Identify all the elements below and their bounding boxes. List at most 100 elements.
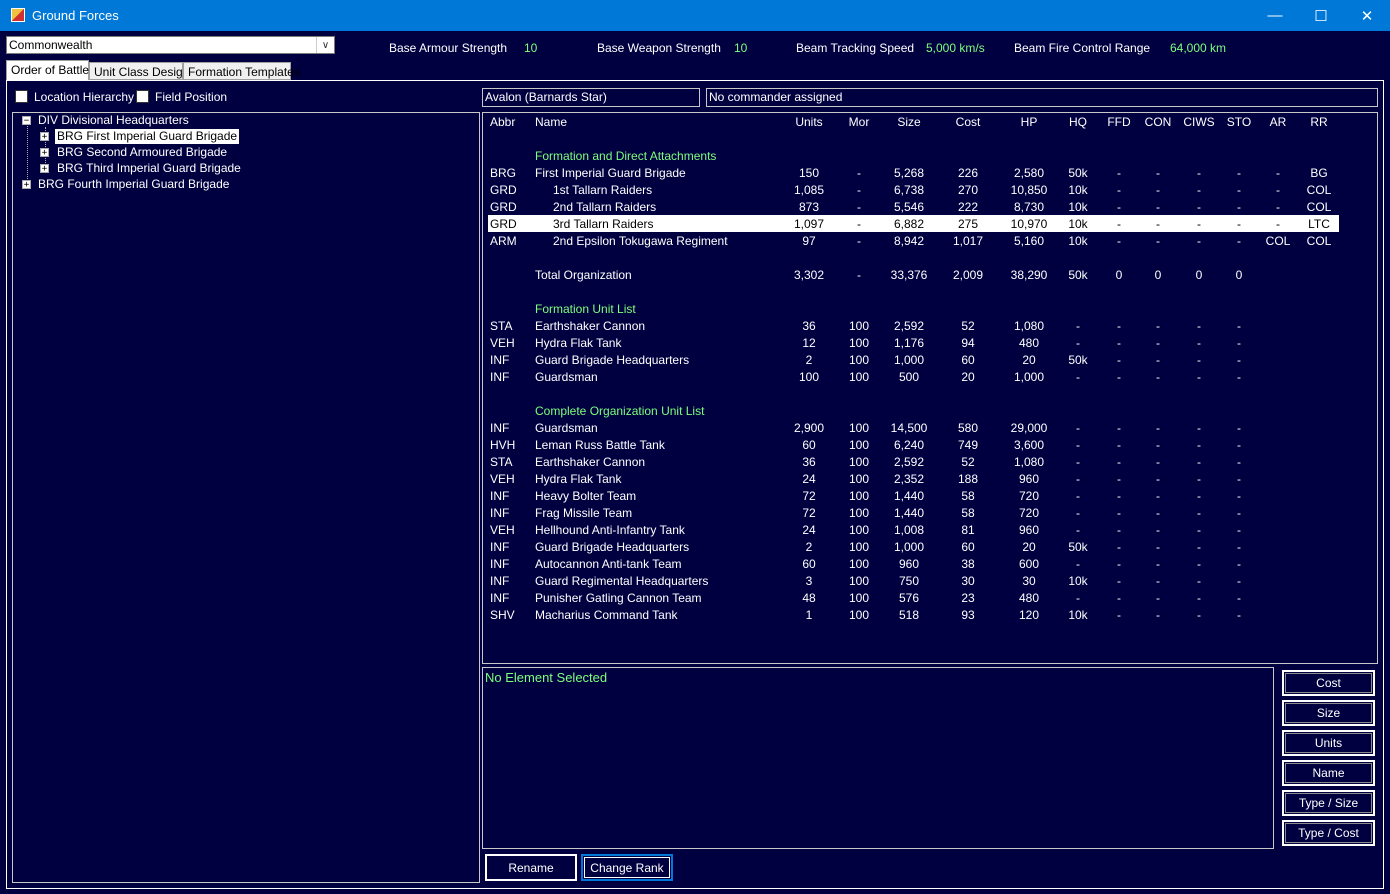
grid-cell: -: [1156, 421, 1160, 435]
rename-button[interactable]: Rename: [485, 854, 577, 881]
minimize-icon[interactable]: —: [1252, 0, 1298, 31]
grid-cell: 518: [898, 608, 920, 622]
grid-cell: 750: [898, 574, 920, 588]
grid-cell: -: [1237, 217, 1241, 231]
stat-label-armour: Base Armour Strength: [389, 41, 508, 55]
grid-cell: 38: [961, 557, 975, 571]
grid-cell: INF: [490, 557, 510, 571]
grid-cell: -: [1117, 421, 1121, 435]
unit-row-name: Guard Brigade Headquarters: [535, 353, 690, 367]
grid-cell: -: [1117, 574, 1121, 588]
close-icon[interactable]: ✕: [1344, 0, 1390, 31]
grid-cell: -: [1156, 489, 1160, 503]
sort-type-cost-button[interactable]: Type / Cost: [1282, 820, 1375, 846]
grid-cell: 97: [802, 234, 816, 248]
grid-cell: 58: [961, 489, 975, 503]
grid-cell: 3,600: [1013, 438, 1045, 452]
field-position-checkbox[interactable]: [136, 90, 149, 103]
grid-cell: STA: [490, 455, 513, 469]
formation-row-name: 2nd Epsilon Tokugawa Regiment: [553, 234, 728, 248]
total-cell: -: [857, 268, 861, 282]
collapse-icon[interactable]: −: [22, 116, 31, 126]
tree-node-brg-first[interactable]: BRG First Imperial Guard Brigade: [55, 129, 240, 144]
location-hierarchy-checkbox[interactable]: [15, 90, 28, 103]
grid-cell: -: [1197, 557, 1201, 571]
change-rank-button[interactable]: Change Rank: [581, 854, 673, 881]
grid-cell: -: [1197, 200, 1201, 214]
stat-label-tracking: Beam Tracking Speed: [796, 41, 915, 55]
grid-cell: -: [1076, 319, 1080, 333]
tree-node-brg-second[interactable]: BRG Second Armoured Brigade: [57, 145, 227, 160]
sort-units-button[interactable]: Units: [1282, 730, 1375, 756]
grid-cell: -: [1197, 540, 1201, 554]
grid-cell: VEH: [490, 336, 515, 350]
grid-cell: -: [1076, 557, 1080, 571]
grid-cell: -: [1117, 183, 1121, 197]
grid-cell: 6,738: [893, 183, 925, 197]
grid-cell: -: [1156, 557, 1160, 571]
grid-cell: 60: [802, 438, 816, 452]
grid-cell: -: [1076, 438, 1080, 452]
grid-cell: -: [1197, 217, 1201, 231]
grid-cell: -: [1076, 336, 1080, 350]
tab-order-of-battle[interactable]: Order of Battle: [6, 60, 89, 82]
grid-cell: GRD: [490, 200, 517, 214]
sort-cost-button[interactable]: Cost: [1282, 670, 1375, 696]
grid-cell: INF: [490, 370, 510, 384]
complete-row-name: Macharius Command Tank: [535, 608, 678, 622]
stat-label-weapon: Base Weapon Strength: [597, 41, 721, 55]
grid-cell: SHV: [490, 608, 515, 622]
chevron-down-icon[interactable]: ∨: [316, 37, 334, 53]
section-formation: Formation and Direct Attachments: [535, 149, 717, 163]
sort-size-button[interactable]: Size: [1282, 700, 1375, 726]
tree-node-brg-fourth[interactable]: BRG Fourth Imperial Guard Brigade: [38, 177, 229, 192]
expand-icon[interactable]: +: [40, 148, 49, 158]
grid-cell: 960: [1018, 472, 1040, 486]
grid-cell: -: [1197, 166, 1201, 180]
grid-cell: VEH: [490, 472, 515, 486]
grid-cell: -: [1197, 336, 1201, 350]
expand-icon[interactable]: +: [40, 164, 49, 174]
grid-cell: 30: [1022, 574, 1036, 588]
grid-cell: 720: [1018, 489, 1040, 503]
tab-formation-templates[interactable]: Formation Templates: [183, 62, 300, 80]
grid-cell: 749: [957, 438, 979, 452]
grid-cell: 270: [957, 183, 979, 197]
grid-cell: -: [1156, 183, 1160, 197]
grid-cell: 2: [805, 540, 813, 554]
grid-cell: 10k: [1068, 234, 1088, 248]
grid-cell: 1,017: [952, 234, 984, 248]
sort-type-size-button[interactable]: Type / Size: [1282, 790, 1375, 816]
formation-tree[interactable]: [12, 112, 480, 883]
tree-node-div-hq[interactable]: DIV Divisional Headquarters: [38, 113, 189, 128]
grid-cell: -: [1117, 200, 1121, 214]
tree-node-brg-third[interactable]: BRG Third Imperial Guard Brigade: [57, 161, 241, 176]
grid-cell: BRG: [490, 166, 517, 180]
grid-cell: INF: [490, 574, 510, 588]
race-select[interactable]: Commonwealth ∨: [6, 36, 335, 54]
grid-cell: 10k: [1068, 217, 1088, 231]
grid-cell: INF: [490, 421, 510, 435]
sort-name-button[interactable]: Name: [1282, 760, 1375, 786]
grid-cell: 2: [805, 353, 813, 367]
grid-cell: -: [1237, 183, 1241, 197]
expand-icon[interactable]: +: [22, 180, 31, 190]
grid-cell: -: [1237, 200, 1241, 214]
grid-cell: 5,546: [893, 200, 925, 214]
element-detail-panel: No Element Selected: [482, 667, 1274, 849]
maximize-icon[interactable]: ☐: [1298, 0, 1344, 31]
tab-unit-class-design[interactable]: Unit Class Design: [89, 62, 189, 80]
grid-cell: -: [1156, 217, 1160, 231]
column-header-name: Name: [535, 115, 568, 129]
grid-cell: 100: [848, 472, 870, 486]
grid-cell: -: [1117, 353, 1121, 367]
grid-cell: INF: [490, 353, 510, 367]
grid-cell: -: [1197, 234, 1201, 248]
grid-cell: 100: [848, 370, 870, 384]
grid-cell: 2,900: [793, 421, 825, 435]
grid-cell: 100: [848, 540, 870, 554]
grid-cell: 14,500: [890, 421, 928, 435]
grid-cell: -: [1156, 523, 1160, 537]
grid-cell: VEH: [490, 523, 515, 537]
expand-icon[interactable]: +: [40, 132, 49, 142]
